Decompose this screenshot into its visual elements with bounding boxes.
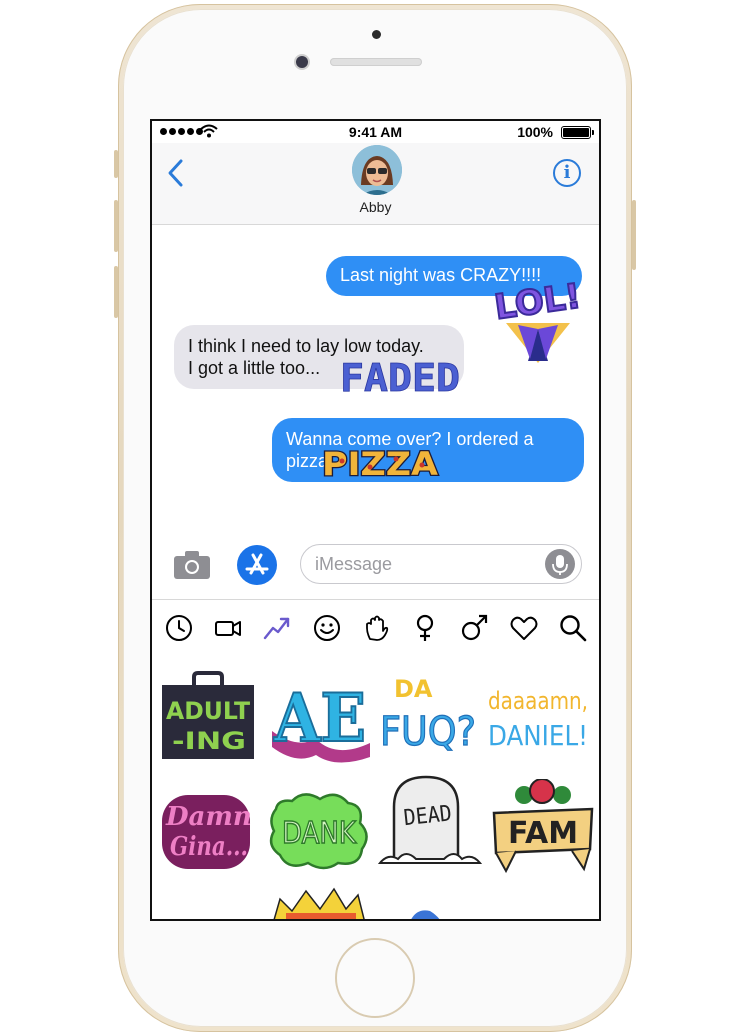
sticker-adulting[interactable]: ADULT -ING (158, 671, 266, 771)
power-button (632, 200, 636, 270)
male-icon[interactable] (459, 613, 489, 643)
sticker-dead[interactable]: DEAD (376, 769, 484, 869)
lol-sticker[interactable]: LOL! (488, 269, 588, 365)
sticker-da-fuq[interactable]: DA FUQ? (374, 671, 482, 771)
trending-icon[interactable] (262, 613, 292, 643)
tray-divider (152, 599, 599, 600)
battery-icon (561, 126, 594, 139)
sticker-category-bar (152, 603, 599, 651)
sticker-text: DANK (282, 816, 357, 851)
sticker-text: DEAD (403, 801, 453, 831)
message-text-line: I think I need to lay low today. (188, 336, 424, 356)
pizza-sticker[interactable]: PIZZA (320, 443, 442, 481)
sticker-text: AE (273, 679, 366, 757)
recent-icon[interactable] (164, 613, 194, 643)
sticker-dank[interactable]: DANK (264, 779, 372, 879)
home-button[interactable] (335, 938, 415, 1018)
status-bar: 9:41 AM 100% (152, 121, 599, 143)
contact-avatar[interactable] (352, 145, 402, 195)
video-icon[interactable] (213, 613, 243, 643)
contact-name[interactable]: Abby (152, 199, 599, 215)
sticker-text: daaaamn, (488, 687, 588, 715)
sticker-damn-gina[interactable]: Damn Gina... (156, 779, 264, 879)
sticker-text: DA (394, 675, 433, 703)
info-icon[interactable]: i (553, 159, 581, 187)
back-chevron-icon[interactable] (164, 157, 188, 189)
emoji-icon[interactable] (312, 613, 342, 643)
camera-icon[interactable] (172, 549, 212, 581)
sticker-partial-yellow[interactable] (266, 887, 374, 921)
sticker-text: Gina... (170, 832, 248, 862)
battery-percent: 100% (517, 124, 553, 140)
volume-down-button (114, 266, 118, 318)
sticker-text: FAM (508, 816, 578, 851)
screen: 9:41 AM 100% Abby i Last night was CRAZY… (150, 119, 601, 921)
volume-up-button (114, 200, 118, 252)
microphone-button[interactable] (545, 549, 575, 579)
sticker-partial-blue[interactable] (394, 897, 502, 921)
sticker-text: DANIEL! (488, 719, 588, 752)
faded-sticker-text: FADED (340, 356, 460, 397)
hand-icon[interactable] (361, 613, 391, 643)
faded-sticker[interactable]: FADED (338, 355, 464, 397)
heart-icon[interactable] (509, 613, 539, 643)
sticker-text: -ING (172, 727, 246, 755)
sticker-daaaamn-daniel[interactable]: daaaamn, DANIEL! (484, 671, 592, 771)
sticker-fam[interactable]: FAM (492, 779, 600, 879)
female-icon[interactable] (410, 613, 440, 643)
proximity-sensor (372, 30, 381, 39)
message-input[interactable] (300, 544, 582, 584)
compose-bar (152, 539, 599, 597)
app-store-icon (245, 553, 269, 575)
sticker-text: Damn (165, 802, 252, 832)
front-camera (296, 56, 308, 68)
sticker-text: FUQ? (380, 709, 476, 755)
microphone-icon (552, 555, 568, 575)
mute-switch (114, 150, 118, 178)
earpiece-speaker (330, 58, 422, 66)
app-store-button[interactable] (237, 545, 277, 585)
sticker-text: ADULT (166, 697, 251, 725)
sticker-grid: ADULT -ING AE DA FUQ? daaaamn, DANIEL! D… (152, 661, 600, 921)
lol-sticker-text: LOL! (492, 276, 583, 328)
conversation-header: Abby i (152, 143, 599, 225)
search-icon[interactable] (558, 613, 588, 643)
sticker-ae[interactable]: AE (266, 669, 374, 769)
stage: 9:41 AM 100% Abby i Last night was CRAZY… (0, 0, 750, 1036)
